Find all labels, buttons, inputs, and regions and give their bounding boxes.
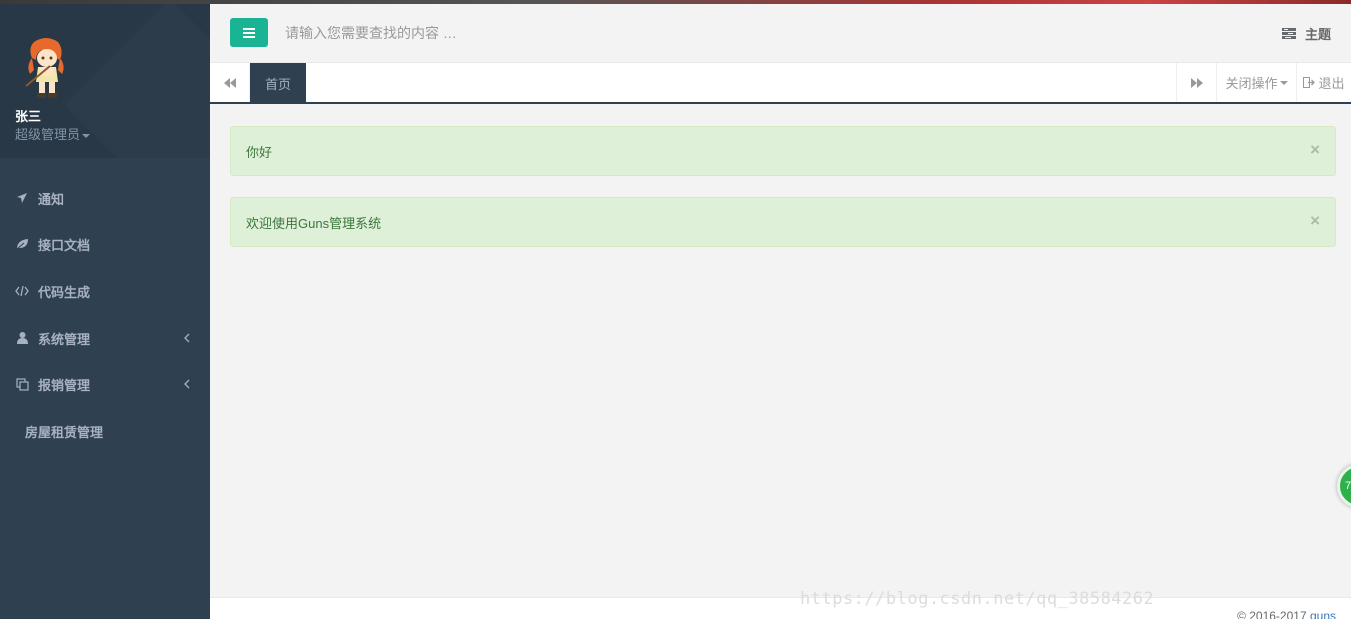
sidebar-item-api-docs[interactable]: 接口文档 bbox=[0, 222, 210, 266]
caret-down-icon bbox=[1279, 80, 1288, 85]
top-decoration-strip bbox=[0, 0, 1351, 4]
forward-icon bbox=[1190, 77, 1203, 88]
copy-icon bbox=[15, 377, 29, 391]
scroll-tabs-left-button[interactable] bbox=[210, 63, 250, 102]
main-area: 主题 首页 关闭操作 退出 你好 × 欢迎使用Guns管理系统 × © 2016… bbox=[210, 0, 1351, 619]
guns-link[interactable]: guns bbox=[1310, 609, 1336, 619]
close-operations-dropdown[interactable]: 关闭操作 bbox=[1216, 63, 1296, 102]
sidebar-item-notice[interactable]: 通知 bbox=[0, 176, 210, 220]
user-role-dropdown[interactable]: 超级管理员 bbox=[15, 124, 91, 143]
sidebar-item-house-rental[interactable]: 房屋租赁管理 bbox=[0, 409, 210, 453]
scroll-tabs-right-button[interactable] bbox=[1176, 63, 1216, 102]
backward-icon bbox=[223, 77, 236, 88]
chevron-left-icon bbox=[184, 331, 190, 346]
tab-home[interactable]: 首页 bbox=[250, 63, 306, 103]
chevron-left-icon bbox=[184, 377, 190, 392]
caret-down-icon bbox=[82, 133, 91, 138]
logout-button[interactable]: 退出 bbox=[1296, 63, 1351, 102]
alert-welcome: 欢迎使用Guns管理系统 × bbox=[230, 197, 1336, 247]
profile-panel: 张三 超级管理员 bbox=[0, 0, 210, 158]
sidebar-item-code-gen[interactable]: 代码生成 bbox=[0, 269, 210, 313]
theme-button[interactable]: 主题 bbox=[1281, 24, 1331, 43]
alert-hello: 你好 × bbox=[230, 126, 1336, 176]
search-input[interactable] bbox=[285, 18, 785, 48]
rocket-icon bbox=[15, 191, 29, 205]
top-navbar: 主题 bbox=[210, 4, 1351, 63]
copyright: © 2016-2017 guns bbox=[1237, 609, 1336, 619]
close-icon[interactable]: × bbox=[1310, 140, 1320, 160]
bars-icon bbox=[243, 27, 255, 38]
leaf-icon bbox=[15, 237, 29, 251]
sidebar-item-system[interactable]: 系统管理 bbox=[0, 316, 210, 360]
sidebar-item-reimbursement[interactable]: 报销管理 bbox=[0, 362, 210, 406]
tabs-bar: 首页 关闭操作 退出 bbox=[210, 63, 1351, 104]
avatar[interactable] bbox=[20, 36, 72, 100]
sign-out-icon bbox=[1303, 77, 1316, 88]
sidebar: 张三 超级管理员 通知 接口文档 代码生成 系统管理 报销管理 房屋租赁管理 bbox=[0, 0, 210, 619]
user-icon bbox=[15, 331, 29, 345]
alert-text: 欢迎使用Guns管理系统 bbox=[246, 215, 382, 231]
menu-toggle-button[interactable] bbox=[230, 18, 268, 47]
alert-text: 你好 bbox=[246, 144, 273, 160]
tasks-icon bbox=[1281, 28, 1296, 39]
watermark: https://blog.csdn.net/qq_38584262 bbox=[800, 589, 1155, 609]
code-icon bbox=[15, 284, 29, 298]
footer: © 2016-2017 guns bbox=[210, 597, 1351, 619]
user-name: 张三 bbox=[15, 109, 42, 124]
close-icon[interactable]: × bbox=[1310, 211, 1320, 231]
